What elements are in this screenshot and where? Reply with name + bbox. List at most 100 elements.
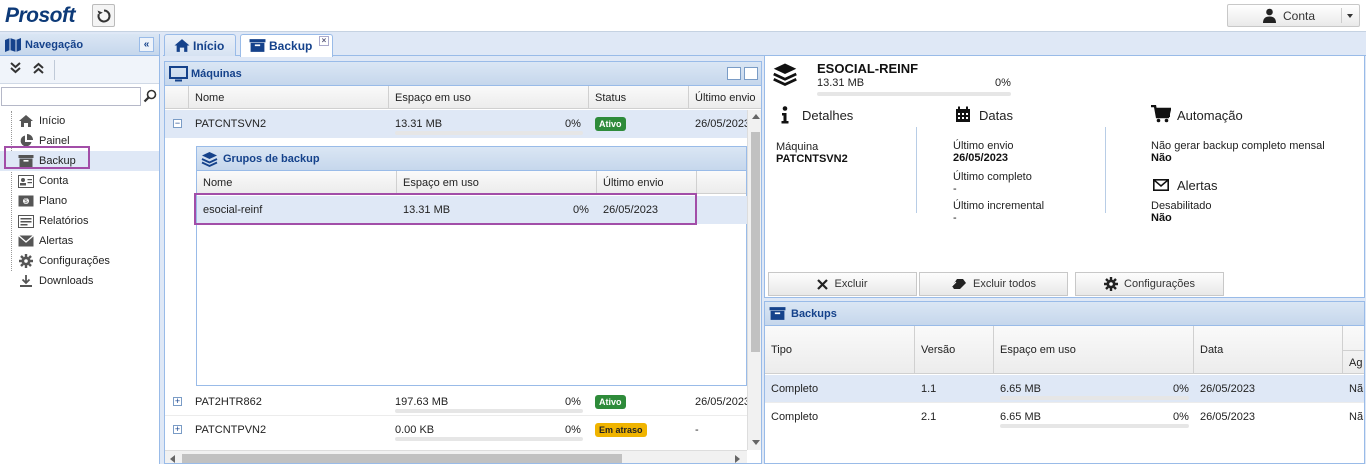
col-tipo[interactable]: Tipo	[765, 326, 915, 374]
scroll-thumb[interactable]	[182, 454, 622, 463]
refresh-button[interactable]	[92, 4, 115, 27]
col-ultimo-envio[interactable]: Último envio	[689, 86, 761, 109]
gear-icon	[18, 254, 34, 268]
detail-title: ESOCIAL-REINF	[817, 61, 919, 76]
sidebar-item-conta[interactable]: Conta	[0, 171, 159, 191]
archive-icon	[249, 39, 266, 52]
account-button[interactable]: Conta	[1227, 4, 1360, 27]
table-row[interactable]: PATCNTPVN2 0.00 KB 0% Em atraso -	[165, 416, 747, 444]
toggle-view-icon[interactable]	[727, 67, 741, 80]
sidebar-item-configuracoes[interactable]: Configurações	[0, 251, 159, 271]
sidebar-search	[0, 86, 159, 108]
status-badge: Ativo	[595, 395, 626, 409]
settings-label: Configurações	[1124, 278, 1195, 290]
collapse-row-icon[interactable]: −	[173, 119, 182, 128]
machine-last: 26/05/2023	[695, 118, 747, 130]
col-ag[interactable]: Ag	[1349, 357, 1362, 369]
prosoft-logo: Prosoft	[5, 4, 76, 27]
detail-divider	[916, 127, 917, 213]
table-row[interactable]: Completo 2.1 6.65 MB 0% 26/05/2023 Nã	[765, 403, 1364, 431]
delete-button[interactable]: Excluir	[768, 272, 917, 296]
horizontal-scrollbar[interactable]	[165, 450, 747, 463]
calendar-icon	[956, 106, 970, 122]
settings-button[interactable]: Configurações	[1075, 272, 1224, 296]
collapse-all-icon[interactable]	[33, 62, 44, 77]
machine-last: -	[695, 424, 699, 436]
col-extra-group: Ag	[1343, 350, 1364, 374]
groups-header: Grupos de backup	[197, 147, 746, 171]
col-group-espaco[interactable]: Espaço em uso	[397, 171, 597, 194]
automation-label: Não gerar backup completo mensal	[1151, 140, 1325, 152]
delete-all-label: Excluir todos	[973, 278, 1036, 290]
scroll-left-arrow[interactable]	[170, 455, 175, 463]
id-card-icon	[18, 174, 34, 188]
col-data[interactable]: Data	[1194, 326, 1343, 374]
scroll-thumb[interactable]	[751, 132, 760, 352]
machines-header: Máquinas	[165, 62, 761, 86]
user-icon	[1263, 8, 1276, 23]
dates-heading: Datas	[979, 108, 1013, 123]
col-status[interactable]: Status	[589, 86, 689, 109]
col-group-nome[interactable]: Nome	[197, 171, 397, 194]
collapse-sidebar-button[interactable]: «	[139, 37, 154, 52]
sidebar-title: Navegação	[25, 38, 84, 51]
tab-backup[interactable]: Backup ×	[240, 34, 333, 57]
chevron-down-icon[interactable]	[1347, 14, 1353, 18]
tab-label: Início	[193, 38, 225, 53]
status-cell: Ativo	[589, 110, 689, 138]
automation-value: Não	[1151, 152, 1172, 164]
close-tab-icon[interactable]: ×	[319, 36, 329, 46]
automation-heading: Automação	[1177, 108, 1243, 123]
machine-name: PATCNTSVN2	[195, 118, 267, 130]
monitor-icon	[169, 66, 188, 82]
backup-extra: Nã	[1349, 411, 1364, 423]
list-view-icon[interactable]	[744, 67, 758, 80]
sidebar-item-label: Relatórios	[39, 215, 89, 227]
vertical-scrollbar[interactable]	[747, 110, 761, 450]
sidebar-item-relatorios[interactable]: Relatórios	[0, 211, 159, 231]
sidebar-header: Navegação «	[0, 34, 159, 56]
home-icon	[18, 114, 34, 128]
sidebar-item-label: Downloads	[39, 275, 94, 287]
delete-all-button[interactable]: Excluir todos	[919, 272, 1068, 296]
layers-icon	[201, 152, 218, 167]
sidebar-item-downloads[interactable]: Downloads	[0, 271, 159, 291]
account-divider	[1341, 8, 1342, 23]
sidebar-item-plano[interactable]: $ Plano	[0, 191, 159, 211]
col-nome[interactable]: Nome	[189, 86, 389, 109]
last-full-value: -	[953, 183, 957, 195]
sidebar-item-label: Início	[39, 115, 66, 127]
status-cell: Em atraso	[589, 416, 689, 444]
backups-grid-header: Tipo Versão Espaço em uso Data Ag	[765, 326, 1364, 374]
search-icon[interactable]	[143, 89, 157, 103]
col-espaco[interactable]: Espaço em uso	[389, 86, 589, 109]
close-icon	[817, 278, 829, 290]
sidebar-item-alertas[interactable]: Alertas	[0, 231, 159, 251]
highlight-backup-nav	[4, 146, 90, 169]
expand-all-icon[interactable]	[10, 62, 21, 77]
col-group-ultimo[interactable]: Último envio	[597, 171, 697, 194]
table-row[interactable]: PAT2HTR862 197.63 MB 0% Ativo 26/05/2023	[165, 388, 747, 416]
table-row[interactable]: PATCNTSVN2 13.31 MB 0% Ativo 26/05/2023	[165, 110, 761, 138]
nav-tree: Início Painel Backup Conta $ Plano Relat…	[0, 111, 159, 291]
tab-inicio[interactable]: Início	[164, 34, 236, 56]
expand-row-icon[interactable]: +	[173, 425, 182, 434]
expand-row-icon[interactable]: +	[173, 397, 182, 406]
backup-date: 26/05/2023	[1200, 411, 1256, 423]
scroll-up-arrow[interactable]	[752, 114, 760, 119]
col-versao[interactable]: Versão	[915, 326, 994, 374]
nav-search-input[interactable]	[1, 87, 141, 106]
backups-panel: Backups Tipo Versão Espaço em uso Data A…	[764, 301, 1365, 464]
backup-extra: Nã	[1349, 383, 1364, 395]
scroll-right-arrow[interactable]	[735, 455, 740, 463]
col-espaco[interactable]: Espaço em uso	[994, 326, 1194, 374]
map-icon	[5, 37, 21, 52]
table-row[interactable]: Completo 1.1 6.65 MB 0% 26/05/2023 Nã	[765, 375, 1364, 403]
backup-version: 1.1	[921, 383, 937, 395]
scroll-down-arrow[interactable]	[752, 440, 760, 445]
sidebar-item-inicio[interactable]: Início	[0, 111, 159, 131]
groups-title: Grupos de backup	[223, 152, 320, 165]
machines-panel: Máquinas Nome Espaço em uso Status Últim…	[164, 61, 762, 464]
detail-divider	[1105, 127, 1106, 213]
backup-version: 2.1	[921, 411, 937, 423]
